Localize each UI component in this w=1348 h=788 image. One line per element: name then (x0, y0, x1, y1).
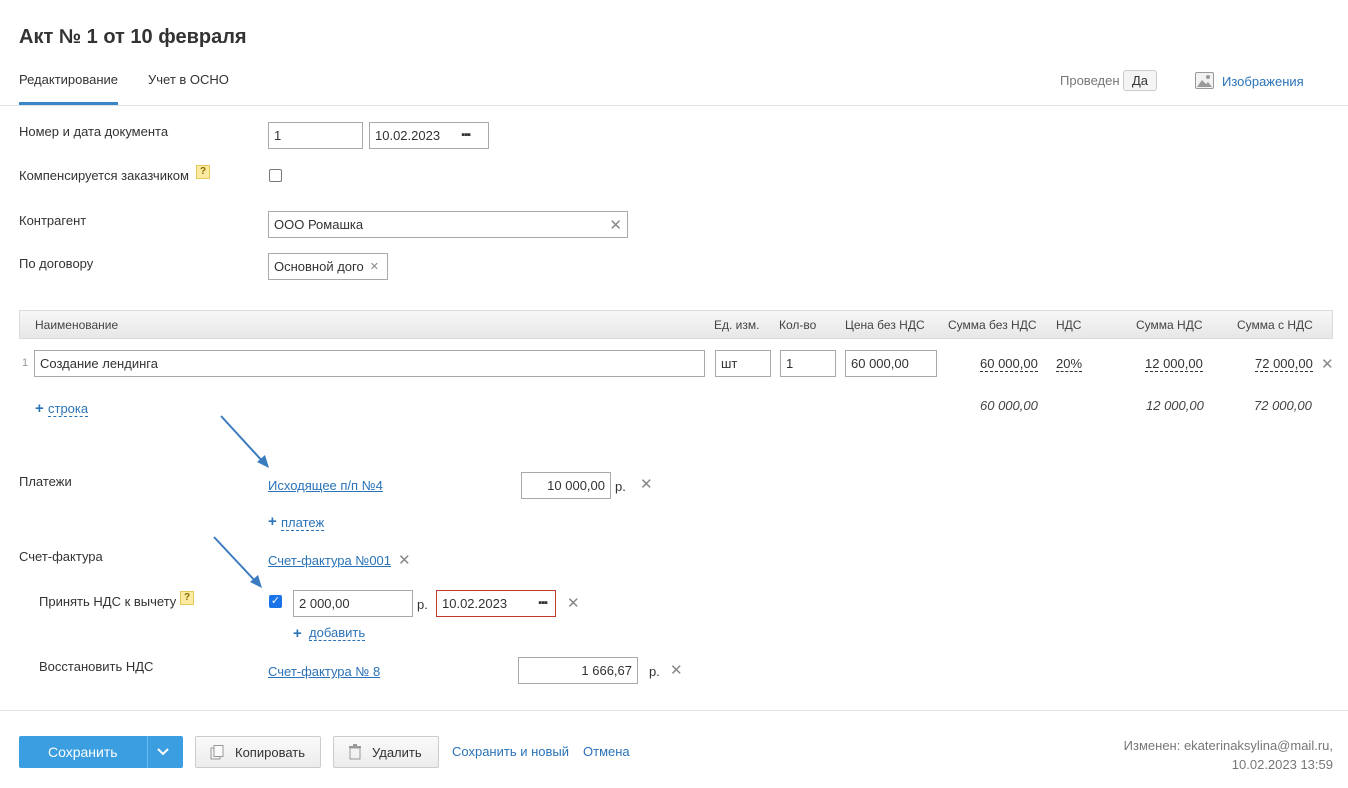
cancel-link[interactable]: Отмена (583, 744, 630, 759)
compensated-label: Компенсируется заказчиком (19, 168, 189, 183)
accept-vat-amount-input[interactable]: 2 000,00 (293, 590, 413, 617)
page-title: Акт № 1 от 10 февраля (19, 26, 247, 48)
doc-number-input[interactable]: 1 (268, 122, 363, 149)
posted-toggle[interactable]: Да (1123, 70, 1158, 91)
counterparty-input[interactable]: ООО Ромашка ✕ (268, 211, 628, 238)
accept-vat-date-input[interactable]: 10.02.2023 ▪▪▪ (436, 590, 556, 617)
col-sum-no-vat-header: Сумма без НДС (948, 318, 1037, 332)
calendar-icon[interactable]: ▪▪▪ (538, 591, 548, 616)
tab-osno-accounting[interactable]: Учет в ОСНО (148, 72, 229, 87)
counterparty-label: Контрагент (19, 213, 87, 228)
accept-vat-date-value: 10.02.2023 (442, 596, 508, 611)
col-qty-header: Кол-во (779, 318, 817, 332)
col-vat-sum-header: Сумма НДС (1136, 318, 1203, 332)
delete-button[interactable]: Удалить (333, 736, 439, 768)
remove-restore-icon[interactable]: ✕ (670, 663, 683, 678)
contract-select[interactable]: Основной дого ✕ (268, 253, 388, 280)
save-button-group[interactable]: Сохранить (19, 736, 183, 768)
total-sum-no-vat: 60 000,00 (980, 398, 1038, 413)
copy-icon (210, 745, 224, 760)
trash-icon (349, 744, 361, 760)
remove-payment-icon[interactable]: ✕ (640, 477, 653, 492)
remove-vat-deduction-icon[interactable]: ✕ (567, 596, 580, 611)
accept-vat-checkbox[interactable]: ✓ (269, 595, 282, 608)
add-deduction-link[interactable]: добавить (309, 625, 366, 641)
annotation-arrow (220, 415, 269, 468)
payments-label: Платежи (19, 474, 72, 489)
add-row-link[interactable]: строка (48, 401, 89, 417)
annotation-arrow (213, 536, 262, 588)
modified-info: Изменен: ekaterinaksylina@mail.ru, 10.02… (1124, 738, 1333, 772)
plus-icon[interactable]: + (35, 400, 44, 417)
payment-doc-link[interactable]: Исходящее п/п №4 (268, 478, 383, 493)
restore-vat-label: Восстановить НДС (39, 659, 154, 674)
copy-button[interactable]: Копировать (195, 736, 321, 768)
doc-number-date-label: Номер и дата документа (19, 124, 169, 139)
image-icon (1195, 72, 1214, 89)
remove-row-icon[interactable]: ✕ (1321, 357, 1334, 372)
row-index: 1 (22, 357, 29, 369)
item-name-input[interactable]: Создание лендинга (34, 350, 705, 377)
total-vat-sum: 12 000,00 (1146, 398, 1204, 413)
compensated-checkbox[interactable] (269, 169, 282, 182)
posted-label: Проведен (1060, 73, 1120, 88)
restore-invoice-link[interactable]: Счет-фактура № 8 (268, 664, 380, 679)
item-qty-input[interactable]: 1 (780, 350, 836, 377)
item-vat-rate[interactable]: 20% (1056, 356, 1083, 372)
col-total-header: Сумма с НДС (1237, 318, 1313, 332)
col-unit-header: Ед. изм. (714, 318, 760, 332)
contract-value: Основной дого (274, 259, 364, 274)
plus-icon[interactable]: + (268, 513, 277, 530)
modified-time: 10.02.2023 13:59 (1231, 757, 1333, 772)
clear-icon[interactable]: ✕ (370, 260, 379, 275)
payment-currency: р. (615, 479, 626, 494)
calendar-icon[interactable]: ▪▪▪ (461, 123, 471, 148)
doc-date-value: 10.02.2023 (375, 128, 441, 143)
clear-icon[interactable]: ✕ (609, 218, 622, 233)
images-link[interactable]: Изображения (1222, 74, 1304, 89)
save-and-new-link[interactable]: Сохранить и новый (452, 744, 569, 759)
help-icon[interactable]: ? (196, 165, 210, 179)
restore-vat-currency: р. (649, 664, 660, 679)
doc-date-input[interactable]: 10.02.2023 ▪▪▪ (369, 122, 489, 149)
item-price-input[interactable]: 60 000,00 (845, 350, 937, 377)
modified-by: Изменен: ekaterinaksylina@mail.ru, (1123, 738, 1333, 753)
footer-divider (0, 710, 1348, 711)
item-vat-sum[interactable]: 12 000,00 (1145, 356, 1203, 372)
restore-vat-amount-input[interactable]: 1 666,67 (518, 657, 638, 684)
add-payment-link[interactable]: платеж (281, 515, 325, 531)
contract-label: По договору (19, 256, 94, 271)
chevron-down-icon[interactable] (157, 748, 169, 756)
col-vat-header: НДС (1056, 318, 1082, 332)
counterparty-value: ООО Ромашка (274, 217, 364, 232)
header-divider (0, 105, 1348, 106)
total-with-vat: 72 000,00 (1254, 398, 1312, 413)
accept-vat-label: Принять НДС к вычету (39, 594, 177, 609)
invoice-label: Счет-фактура (19, 549, 103, 564)
remove-invoice-icon[interactable]: ✕ (398, 553, 411, 568)
split-divider (147, 736, 148, 768)
col-name-header: Наименование (35, 318, 119, 332)
delete-label: Удалить (372, 745, 422, 760)
item-unit-input[interactable]: шт (715, 350, 771, 377)
item-sum-no-vat[interactable]: 60 000,00 (980, 356, 1038, 372)
save-button[interactable]: Сохранить (48, 744, 118, 760)
item-total[interactable]: 72 000,00 (1255, 356, 1313, 372)
payment-amount-input[interactable]: 10 000,00 (521, 472, 611, 499)
invoice-link[interactable]: Счет-фактура №001 (268, 553, 391, 568)
copy-label: Копировать (235, 745, 305, 760)
help-icon[interactable]: ? (180, 591, 194, 605)
accept-vat-currency: р. (417, 597, 428, 612)
col-price-header: Цена без НДС (845, 318, 925, 332)
plus-icon[interactable]: + (293, 625, 302, 642)
tab-editing[interactable]: Редактирование (19, 72, 118, 87)
